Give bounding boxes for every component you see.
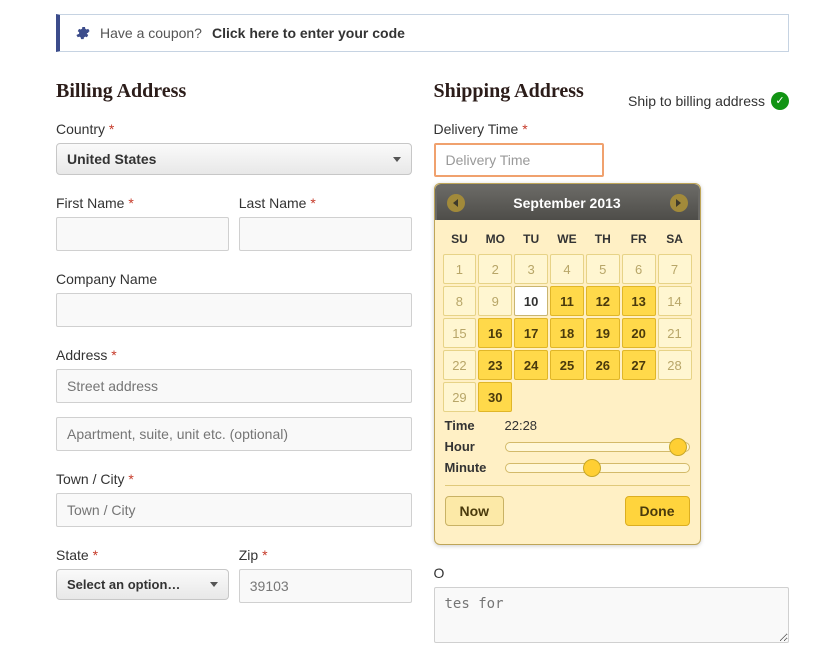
coupon-prefix: Have a coupon? — [100, 25, 202, 41]
hour-handle[interactable] — [669, 438, 687, 456]
order-notes-textarea[interactable] — [434, 587, 790, 643]
hour-slider[interactable] — [505, 442, 690, 452]
calendar-day[interactable]: 27 — [622, 350, 656, 380]
next-month-button[interactable] — [670, 194, 688, 212]
calendar-day: 22 — [443, 350, 477, 380]
calendar-day: 5 — [586, 254, 620, 284]
calendar-day: 4 — [550, 254, 584, 284]
calendar-day: 14 — [658, 286, 692, 316]
calendar-day: 29 — [443, 382, 477, 412]
field-company: Company Name — [56, 271, 412, 327]
calendar-day: 28 — [658, 350, 692, 380]
minute-slider[interactable] — [505, 463, 690, 473]
calendar-day[interactable]: 12 — [586, 286, 620, 316]
delivery-time-input[interactable]: Delivery Time — [434, 143, 604, 177]
calendar-day: 7 — [658, 254, 692, 284]
prev-month-button[interactable] — [447, 194, 465, 212]
company-input[interactable] — [56, 293, 412, 327]
calendar-day[interactable]: 19 — [586, 318, 620, 348]
field-zip: Zip * — [239, 547, 412, 603]
calendar-day: 1 — [443, 254, 477, 284]
calendar-grid: SUMOTUWETHFRSA 1234567891011121314151617… — [441, 224, 694, 414]
calendar-day: 15 — [443, 318, 477, 348]
calendar-day: 21 — [658, 318, 692, 348]
chevron-down-icon — [393, 157, 401, 162]
calendar-day[interactable]: 25 — [550, 350, 584, 380]
dow-header: TU — [514, 226, 548, 252]
check-icon: ✓ — [771, 92, 789, 110]
calendar-day[interactable]: 20 — [622, 318, 656, 348]
country-select[interactable]: United States — [56, 143, 412, 175]
field-town: Town / City * — [56, 471, 412, 527]
address1-input[interactable] — [56, 369, 412, 403]
shipping-column: Shipping Address Ship to billing address… — [434, 80, 790, 646]
field-state: State * Select an option… — [56, 547, 229, 603]
state-select[interactable]: Select an option… — [56, 569, 229, 600]
minute-handle[interactable] — [583, 459, 601, 477]
billing-heading: Billing Address — [56, 80, 412, 103]
field-country: Country * United States — [56, 121, 412, 175]
field-delivery-time: Delivery Time * Delivery Time September … — [434, 121, 790, 545]
calendar-day[interactable]: 16 — [478, 318, 512, 348]
ship-to-billing-toggle[interactable]: Ship to billing address ✓ — [628, 92, 789, 110]
datepicker-title: September 2013 — [513, 195, 620, 211]
shipping-heading: Shipping Address — [434, 80, 584, 103]
gear-icon — [74, 25, 90, 41]
town-input[interactable] — [56, 493, 412, 527]
calendar-day: 2 — [478, 254, 512, 284]
calendar-day[interactable]: 11 — [550, 286, 584, 316]
now-button[interactable]: Now — [445, 496, 505, 526]
dow-header: WE — [550, 226, 584, 252]
calendar-day: 3 — [514, 254, 548, 284]
dow-header: FR — [622, 226, 656, 252]
billing-column: Billing Address Country * United States … — [56, 80, 412, 646]
chevron-down-icon — [210, 582, 218, 587]
dow-header: MO — [478, 226, 512, 252]
coupon-link[interactable]: Click here to enter your code — [212, 25, 405, 41]
datetime-picker: September 2013 SUMOTUWETHFRSA 1234567891… — [434, 183, 701, 545]
minute-label: Minute — [445, 460, 505, 475]
last-name-input[interactable] — [239, 217, 412, 251]
field-last-name: Last Name * — [239, 195, 412, 251]
time-value: 22:28 — [505, 418, 690, 433]
address2-input[interactable] — [56, 417, 412, 451]
hour-label: Hour — [445, 439, 505, 454]
zip-input[interactable] — [239, 569, 412, 603]
field-address: Address * — [56, 347, 412, 403]
field-first-name: First Name * — [56, 195, 229, 251]
field-address2 — [56, 417, 412, 451]
calendar-day[interactable]: 18 — [550, 318, 584, 348]
calendar-day[interactable]: 30 — [478, 382, 512, 412]
dow-header: SU — [443, 226, 477, 252]
calendar-day[interactable]: 13 — [622, 286, 656, 316]
calendar-day: 8 — [443, 286, 477, 316]
calendar-day[interactable]: 26 — [586, 350, 620, 380]
order-notes-label: O — [434, 565, 790, 581]
first-name-input[interactable] — [56, 217, 229, 251]
calendar-day[interactable]: 24 — [514, 350, 548, 380]
calendar-day[interactable]: 10 — [514, 286, 548, 316]
calendar-day: 6 — [622, 254, 656, 284]
calendar-day[interactable]: 17 — [514, 318, 548, 348]
coupon-notice: Have a coupon? Click here to enter your … — [56, 14, 789, 52]
done-button[interactable]: Done — [625, 496, 690, 526]
time-label: Time — [445, 418, 505, 433]
calendar-day: 9 — [478, 286, 512, 316]
dow-header: TH — [586, 226, 620, 252]
calendar-day[interactable]: 23 — [478, 350, 512, 380]
dow-header: SA — [658, 226, 692, 252]
